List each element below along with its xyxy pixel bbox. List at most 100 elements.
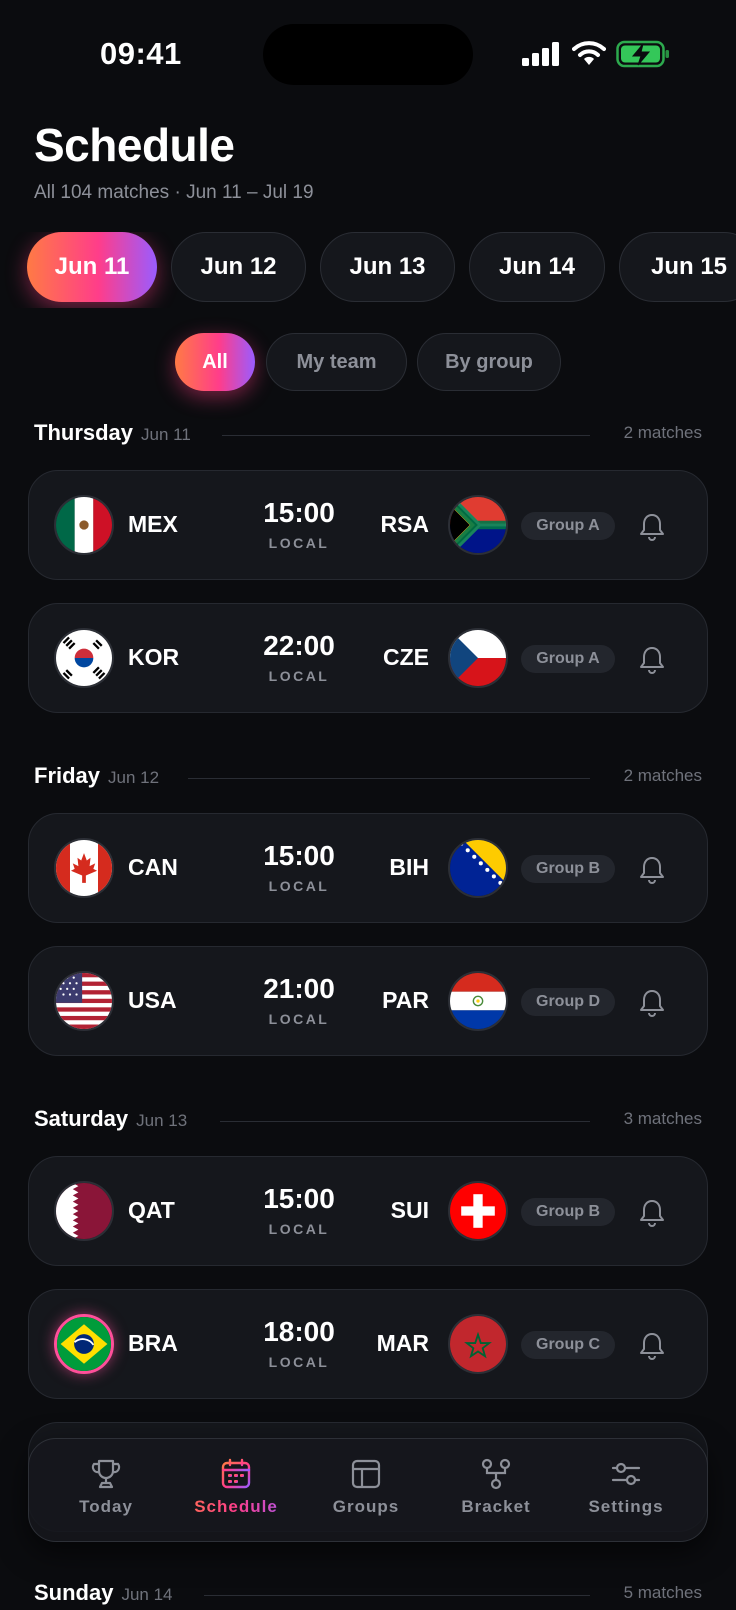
match-card[interactable]: MEX 15:00 LOCAL RSA Group A xyxy=(28,470,708,580)
match-card[interactable]: KOR 22:00 LOCAL CZE Group A xyxy=(28,603,708,713)
group-badge: Group C xyxy=(521,1331,615,1359)
bell-icon[interactable] xyxy=(639,856,665,884)
match-card[interactable]: QAT 15:00 LOCAL SUI Group B xyxy=(28,1156,708,1266)
day-header: Sunday Jun 14 5 matches xyxy=(34,1580,702,1610)
bell-icon[interactable] xyxy=(639,1332,665,1360)
match-count: 3 matches xyxy=(623,1109,702,1128)
day-header: Saturday Jun 13 3 matches xyxy=(34,1106,702,1136)
flag-bra-icon xyxy=(54,1314,114,1374)
divider xyxy=(220,1121,590,1122)
filter-by-group[interactable]: By group xyxy=(417,333,561,391)
match-count: 5 matches xyxy=(623,1583,702,1602)
page-title: Schedule xyxy=(34,119,235,171)
divider xyxy=(204,1595,590,1596)
bell-icon[interactable] xyxy=(639,513,665,541)
group-badge: Group B xyxy=(521,855,615,883)
filter-all[interactable]: All xyxy=(175,333,255,391)
cellular-signal-icon xyxy=(522,42,559,66)
date-chip-jun-12[interactable]: Jun 12 xyxy=(171,232,306,302)
day-date: Jun 14 xyxy=(121,1585,173,1604)
tab-groups[interactable]: Groups xyxy=(301,1453,431,1529)
day-date: Jun 13 xyxy=(136,1111,188,1130)
date-chip-jun-11[interactable]: Jun 11 xyxy=(27,232,157,302)
bell-icon[interactable] xyxy=(639,989,665,1017)
match-card[interactable]: USA 21:00 LOCAL PAR Group D xyxy=(28,946,708,1056)
tab-schedule[interactable]: Schedule xyxy=(171,1453,301,1529)
wifi-icon xyxy=(572,41,606,65)
home-team-code: CAN xyxy=(128,854,178,880)
flag-can-icon xyxy=(54,838,114,898)
dynamic-island xyxy=(263,24,473,85)
home-team-code: BRA xyxy=(128,1330,178,1356)
group-badge: Group D xyxy=(521,988,615,1016)
date-selector[interactable]: Jun 11 Jun 12 Jun 13 Jun 14 Jun 15 xyxy=(0,232,736,308)
status-time: 09:41 xyxy=(100,36,182,71)
flag-mar-icon xyxy=(448,1314,508,1374)
day-name: Thursday xyxy=(34,420,134,445)
group-badge: Group B xyxy=(521,1198,615,1226)
match-count: 2 matches xyxy=(623,766,702,785)
group-badge: Group A xyxy=(521,512,615,540)
flag-bih-icon xyxy=(448,838,508,898)
away-team-code: SUI xyxy=(390,1197,429,1223)
date-chip-jun-13[interactable]: Jun 13 xyxy=(320,232,455,302)
sliders-icon xyxy=(611,1462,641,1486)
group-badge: Group A xyxy=(521,645,615,673)
away-team-code: MAR xyxy=(376,1330,429,1356)
status-bar: 09:41 xyxy=(0,0,736,108)
tab-label: Schedule xyxy=(171,1497,301,1517)
day-header: Friday Jun 12 2 matches xyxy=(34,763,702,793)
page-subtitle: All 104 matches · Jun 11 – Jul 19 xyxy=(34,182,314,203)
flag-mex-icon xyxy=(54,495,114,555)
tab-label: Bracket xyxy=(461,1497,531,1516)
tab-today[interactable]: Today xyxy=(41,1453,171,1529)
away-team-code: RSA xyxy=(380,511,429,537)
flag-qat-icon xyxy=(54,1181,114,1241)
home-team-code: USA xyxy=(128,987,177,1013)
tab-bracket[interactable]: Bracket xyxy=(431,1453,561,1529)
flag-par-icon xyxy=(448,971,508,1031)
match-card[interactable]: CAN 15:00 LOCAL BIH Group B xyxy=(28,813,708,923)
time-zone-label: LOCAL xyxy=(268,878,330,894)
match-card[interactable]: BRA 18:00 LOCAL MAR Group C xyxy=(28,1289,708,1399)
flag-cze-icon xyxy=(448,628,508,688)
kickoff-time: 21:00 xyxy=(263,973,335,1004)
kickoff-time: 15:00 xyxy=(263,497,335,528)
table-icon xyxy=(351,1459,381,1489)
home-team-code: QAT xyxy=(128,1197,175,1223)
match-count: 2 matches xyxy=(623,423,702,442)
filter-my-team[interactable]: My team xyxy=(266,333,407,391)
flag-sui-icon xyxy=(448,1181,508,1241)
date-chip-jun-14[interactable]: Jun 14 xyxy=(469,232,605,302)
day-name: Saturday xyxy=(34,1106,129,1131)
away-team-code: CZE xyxy=(383,644,429,670)
flag-rsa-icon xyxy=(448,495,508,555)
kickoff-time: 22:00 xyxy=(263,630,335,661)
home-team-code: MEX xyxy=(128,511,178,537)
divider xyxy=(188,778,590,779)
time-zone-label: LOCAL xyxy=(268,1221,330,1237)
home-team-code: KOR xyxy=(128,644,180,670)
divider xyxy=(222,435,590,436)
bell-icon[interactable] xyxy=(639,1199,665,1227)
day-date: Jun 11 xyxy=(141,425,191,444)
day-date: Jun 12 xyxy=(108,768,160,787)
date-chip-jun-15[interactable]: Jun 15 xyxy=(619,232,736,302)
tab-label: Settings xyxy=(588,1497,664,1516)
kickoff-time: 15:00 xyxy=(263,840,335,871)
day-name: Friday xyxy=(34,763,101,788)
trophy-icon xyxy=(91,1459,121,1489)
battery-charging-icon xyxy=(616,40,669,68)
away-team-code: PAR xyxy=(382,987,429,1013)
day-header: Thursday Jun 11 2 matches xyxy=(34,420,702,450)
time-zone-label: LOCAL xyxy=(268,1011,330,1027)
time-zone-label: LOCAL xyxy=(268,1354,330,1370)
tab-settings[interactable]: Settings xyxy=(561,1453,691,1529)
bell-icon[interactable] xyxy=(639,646,665,674)
tab-bar: Today Schedule Groups Bracket Settings xyxy=(28,1438,708,1542)
kickoff-time: 15:00 xyxy=(263,1183,335,1214)
day-name: Sunday xyxy=(34,1580,114,1605)
flag-usa-icon xyxy=(54,971,114,1031)
bracket-icon xyxy=(481,1458,511,1490)
tab-label: Groups xyxy=(332,1497,400,1516)
